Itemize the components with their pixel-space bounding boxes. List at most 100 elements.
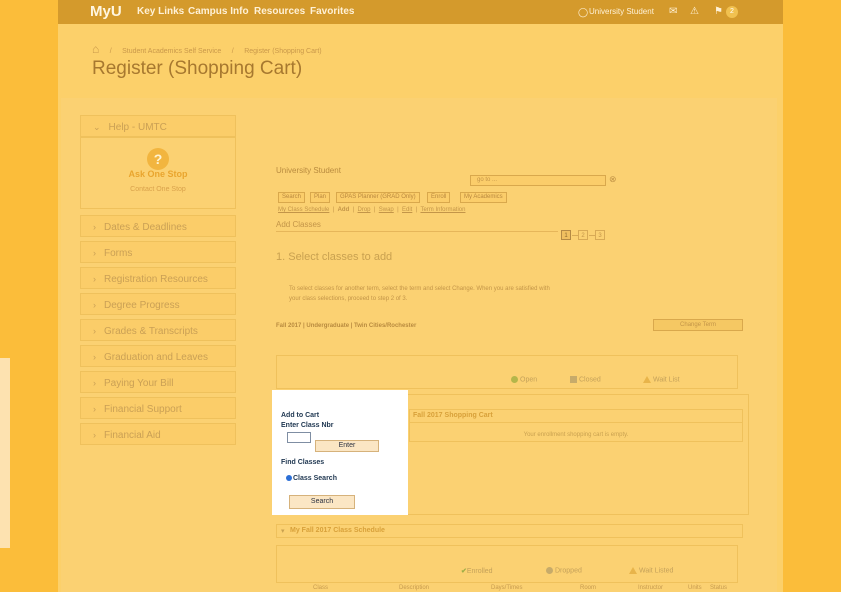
chevron-right-icon: › (93, 378, 96, 388)
change-term-button[interactable]: Change Term (653, 319, 743, 331)
notification-badge[interactable]: 2 (726, 6, 738, 18)
sidebar-item-grades[interactable]: › Grades & Transcripts (80, 319, 236, 341)
search-button[interactable]: Search (289, 495, 355, 509)
legend-wait-listed: Wait Listed (629, 567, 673, 574)
subtab-bar: My Class Schedule | Add | Drop | Swap | … (278, 207, 466, 213)
nav-favorites[interactable]: Favorites (310, 0, 354, 24)
column-header-units: Units (688, 585, 702, 591)
legend-dropped: Dropped (546, 567, 582, 574)
divider (409, 422, 743, 423)
go-arrow-icon[interactable]: ⊗ (609, 174, 617, 185)
sidebar-item-financial-support[interactable]: › Financial Support (80, 397, 236, 419)
goto-select[interactable]: go to ... (470, 175, 606, 186)
column-header-status: Status (710, 585, 728, 591)
sidebar-item-dates[interactable]: › Dates & Deadlines (80, 215, 236, 237)
myu-logo[interactable]: MyU (90, 0, 122, 24)
chevron-right-icon: › (93, 352, 96, 362)
alert-icon[interactable]: ⚠ (690, 0, 699, 24)
chevron-right-icon: › (93, 274, 96, 284)
question-icon: ? (147, 148, 169, 170)
wait-list-icon (643, 376, 651, 383)
class-search-option[interactable]: Class Search (286, 475, 337, 482)
tab-enroll[interactable]: Enroll (427, 192, 451, 203)
sidebar-item-forms[interactable]: › Forms (80, 241, 236, 263)
contact-one-stop-link[interactable]: Contact One Stop (81, 186, 235, 193)
enter-button[interactable]: Enter (315, 440, 379, 452)
legend-open: Open (511, 376, 537, 383)
sidebar-item-registration-resources[interactable]: › Registration Resources (80, 267, 236, 289)
subtab-drop[interactable]: Drop (358, 207, 371, 213)
breadcrumb: ⌂ / Student Academics Self Service / Reg… (92, 42, 322, 56)
step-heading: 1. Select classes to add (276, 251, 393, 263)
mail-icon[interactable]: ✉ (669, 0, 677, 24)
subtab-swap[interactable]: Swap (379, 207, 394, 213)
chevron-right-icon: › (93, 300, 96, 310)
sidebar-help-box: ? Ask One Stop Contact One Stop (80, 137, 236, 209)
step-2-indicator: 2 (578, 230, 588, 240)
left-edge-strip (0, 358, 10, 548)
tab-my-academics[interactable]: My Academics (460, 192, 507, 203)
subtab-edit[interactable]: Edit (402, 207, 412, 213)
sidebar-item-paying-bill[interactable]: › Paying Your Bill (80, 371, 236, 393)
breadcrumb-current: Register (Shopping Cart) (244, 48, 322, 55)
chevron-right-icon: › (93, 430, 96, 440)
sidebar-help-header[interactable]: ⌄ Help - UMTC (80, 115, 236, 137)
cart-empty-message: Your enrollment shopping cart is empty. (523, 432, 629, 438)
nav-campus-info[interactable]: Campus Info (188, 0, 249, 24)
legend-wait-list: Wait List (643, 376, 680, 383)
class-nbr-label: Enter Class Nbr (281, 422, 334, 429)
open-icon (511, 376, 518, 383)
radio-selected-icon[interactable] (286, 475, 292, 482)
legend-enrolled: ✔Enrolled (461, 568, 493, 575)
schedule-title: My Fall 2017 Class Schedule (290, 527, 385, 534)
legend-panel (276, 355, 738, 389)
instructions-line-2: your class selections, proceed to step 2… (289, 296, 408, 302)
subtab-add[interactable]: Add (338, 207, 350, 213)
step-1-indicator: 1 (561, 230, 571, 240)
dropped-icon (546, 567, 553, 574)
user-name[interactable]: University Student (589, 0, 654, 24)
user-icon[interactable]: ◯ (578, 0, 588, 24)
sidebar-item-degree-progress[interactable]: › Degree Progress (80, 293, 236, 315)
nav-key-links[interactable]: Key Links (137, 0, 184, 24)
home-icon[interactable]: ⌂ (92, 42, 99, 56)
tab-search[interactable]: Search (278, 192, 306, 203)
sidebar-item-financial-aid[interactable]: › Financial Aid (80, 423, 236, 445)
add-classes-heading: Add Classes (276, 220, 321, 229)
chevron-right-icon: › (93, 248, 96, 258)
class-nbr-input[interactable] (287, 432, 311, 443)
closed-icon (570, 376, 577, 383)
shopping-cart-title: Fall 2017 Shopping Cart (413, 412, 493, 419)
add-to-cart-box: Add to Cart Enter Class Nbr Enter Find C… (272, 390, 408, 515)
subtab-my-class-schedule[interactable]: My Class Schedule (278, 207, 329, 213)
sidebar-item-graduation[interactable]: › Graduation and Leaves (80, 345, 236, 367)
nav-resources[interactable]: Resources (254, 0, 305, 24)
chevron-down-icon: ⌄ (93, 122, 101, 132)
column-header-days-times: Days/Times (491, 585, 523, 591)
breadcrumb-item[interactable]: Student Academics Self Service (122, 48, 221, 55)
tab-plan[interactable]: Plan (310, 192, 331, 203)
chevron-right-icon: › (93, 326, 96, 336)
step-3-indicator: 3 (595, 230, 605, 240)
student-name: University Student (276, 166, 341, 175)
column-header-description: Description (399, 585, 430, 591)
column-header-class: Class (313, 585, 329, 591)
divider (276, 231, 558, 232)
column-header-instructor: Instructor (638, 585, 664, 591)
chevron-down-icon[interactable]: ▾ (281, 527, 285, 535)
top-nav-bar: MyU Key Links Campus Info Resources Favo… (58, 0, 783, 24)
wait-listed-icon (629, 567, 637, 574)
flag-icon[interactable]: ⚑ (714, 0, 723, 24)
find-classes-label: Find Classes (281, 459, 325, 466)
instructions-line-1: To select classes for another term, sele… (289, 286, 550, 292)
page-title: Register (Shopping Cart) (92, 58, 303, 79)
legend-closed: Closed (570, 376, 601, 383)
ask-one-stop-logo[interactable]: Ask One Stop (81, 169, 235, 179)
chevron-right-icon: › (93, 222, 96, 232)
column-header-room: Room (580, 585, 597, 591)
add-to-cart-title: Add to Cart (281, 412, 320, 419)
subtab-term-information[interactable]: Term Information (420, 207, 465, 213)
schedule-header[interactable]: ▾ My Fall 2017 Class Schedule (276, 524, 743, 538)
schedule-legend-panel (276, 545, 738, 583)
tab-gpas-planner[interactable]: GPAS Planner (GRAD Only) (336, 192, 420, 203)
